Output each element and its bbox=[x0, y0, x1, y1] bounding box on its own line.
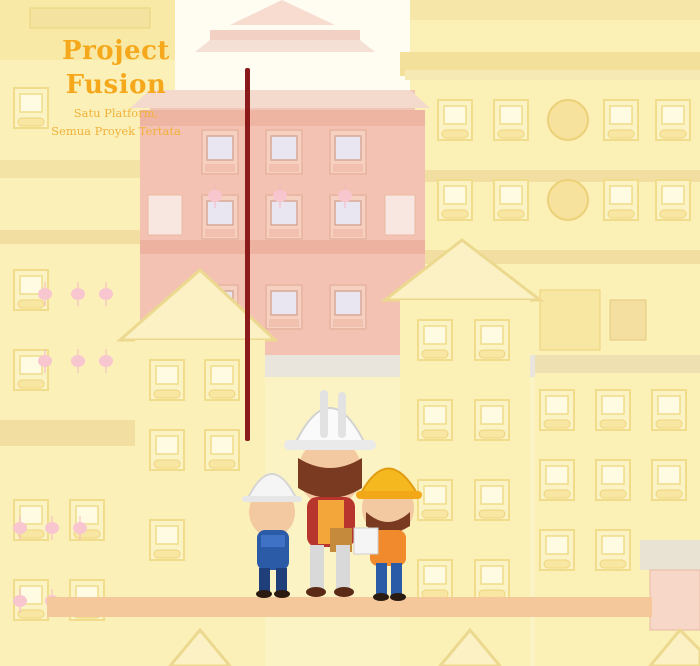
brand-logo: Project Fusion Satu Platform, Semua Proy… bbox=[36, 34, 196, 138]
brand-tagline-line1: Satu Platform, bbox=[73, 106, 159, 120]
brand-tagline-line2: Semua Proyek Tertata bbox=[51, 124, 181, 138]
brand-title-line2: Fusion bbox=[65, 70, 167, 100]
pole bbox=[245, 68, 250, 441]
floor-board bbox=[47, 597, 652, 617]
brand-title-line1: Project bbox=[62, 36, 170, 66]
